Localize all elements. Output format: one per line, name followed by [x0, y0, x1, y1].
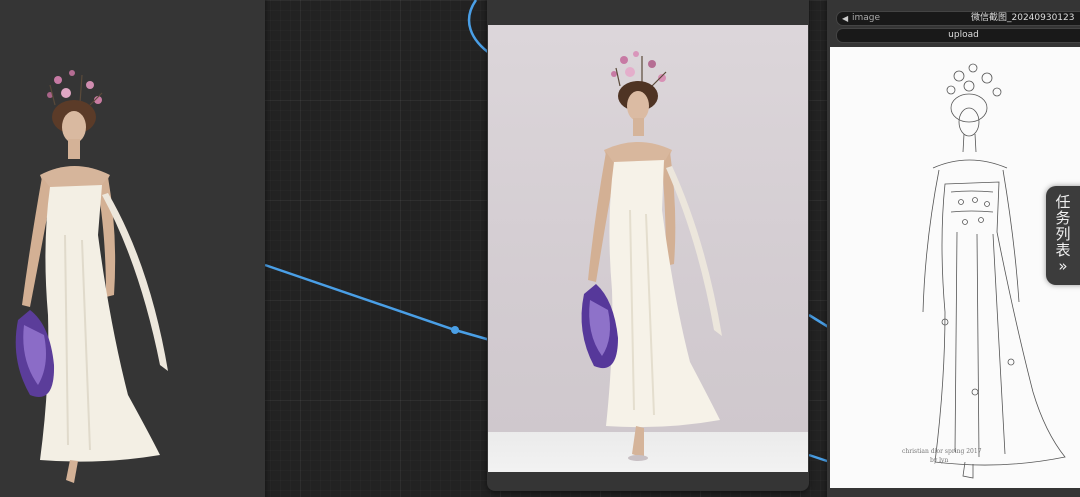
- widget-value: 微信截图_20240930123: [971, 13, 1075, 23]
- sketch-image[interactable]: christian dior spring 2017 by lyn: [830, 47, 1080, 488]
- flower-crown: [611, 51, 667, 87]
- widget-label: image: [852, 13, 881, 23]
- node-images[interactable]: images: [487, 0, 809, 491]
- sketch-caption-line: by lyn: [930, 457, 949, 464]
- link-wire-handle[interactable]: [451, 326, 459, 334]
- sketch-caption-line: christian dior spring 2017: [902, 448, 982, 455]
- left-triangle-icon[interactable]: ◀: [842, 12, 848, 25]
- image-select-widget[interactable]: ◀ image 微信截图_20240930123: [836, 11, 1080, 26]
- generated-image[interactable]: [488, 25, 808, 472]
- double-chevron-right-icon: »: [1058, 257, 1068, 275]
- upload-button[interactable]: upload: [836, 28, 1080, 43]
- sketch-caption: christian dior spring 2017 by lyn: [902, 447, 982, 465]
- task-list-label: 任务列表: [1055, 193, 1071, 259]
- node-preview-left[interactable]: [0, 0, 265, 497]
- figure-photo: [581, 51, 722, 461]
- figure-cutout-image: [15, 70, 168, 483]
- task-list-tab[interactable]: 任务列表 »: [1046, 186, 1080, 285]
- node-load-image[interactable]: ◀ image 微信截图_20240930123 upload christia…: [827, 0, 1080, 497]
- flower-crown: [47, 70, 103, 106]
- sketch-crown: [946, 63, 1002, 97]
